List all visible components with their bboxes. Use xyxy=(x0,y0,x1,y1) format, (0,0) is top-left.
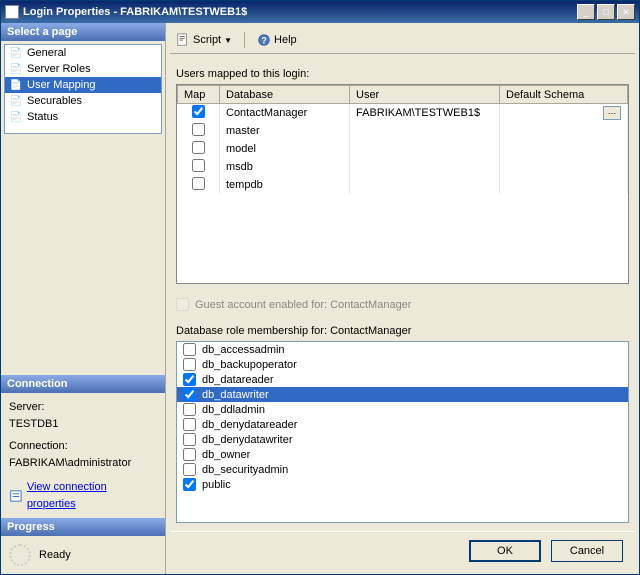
role-item-db_datawriter[interactable]: db_datawriter xyxy=(177,387,628,402)
app-icon xyxy=(5,5,19,19)
map-checkbox[interactable] xyxy=(192,105,205,118)
sidebar-page-securables[interactable]: 📄Securables xyxy=(5,93,161,109)
properties-icon xyxy=(9,489,23,503)
role-checkbox[interactable] xyxy=(183,433,196,446)
page-icon: 📄 xyxy=(9,95,23,107)
help-icon: ? xyxy=(257,33,271,47)
map-checkbox[interactable] xyxy=(192,177,205,190)
select-page-header: Select a page xyxy=(1,23,165,41)
view-connection-properties-link[interactable]: View connection properties xyxy=(9,479,157,512)
connection-value: FABRIKAM\administrator xyxy=(9,455,157,472)
role-item-db_datareader[interactable]: db_datareader xyxy=(177,372,628,387)
role-checkbox[interactable] xyxy=(183,373,196,386)
sidebar-page-user-mapping[interactable]: 📄User Mapping xyxy=(5,77,161,93)
connection-header: Connection xyxy=(1,375,165,393)
role-checkbox[interactable] xyxy=(183,478,196,491)
window-title: Login Properties - FABRIKAM\TESTWEB1$ xyxy=(23,6,577,18)
server-label: Server: xyxy=(9,399,157,416)
table-row[interactable]: msdb xyxy=(178,158,628,176)
progress-status: Ready xyxy=(39,549,71,561)
progress-header: Progress xyxy=(1,518,165,536)
browse-button[interactable]: … xyxy=(603,106,621,120)
role-item-db_denydatawriter[interactable]: db_denydatawriter xyxy=(177,432,628,447)
minimize-button[interactable]: _ xyxy=(577,4,595,20)
map-checkbox[interactable] xyxy=(192,123,205,136)
close-button[interactable]: ✕ xyxy=(617,4,635,20)
map-checkbox[interactable] xyxy=(192,159,205,172)
progress-spinner-icon xyxy=(9,544,31,566)
server-value: TESTDB1 xyxy=(9,416,157,433)
sidebar-page-general[interactable]: 📄General xyxy=(5,45,161,61)
sidebar-page-status[interactable]: 📄Status xyxy=(5,109,161,125)
role-checkbox[interactable] xyxy=(183,343,196,356)
role-checkbox[interactable] xyxy=(183,463,196,476)
svg-text:?: ? xyxy=(261,36,266,46)
guest-account-label: Guest account enabled for: ContactManage… xyxy=(195,299,411,311)
page-icon: 📄 xyxy=(9,47,23,59)
col-schema[interactable]: Default Schema xyxy=(500,86,628,104)
role-item-db_owner[interactable]: db_owner xyxy=(177,447,628,462)
table-row[interactable]: model xyxy=(178,140,628,158)
titlebar: Login Properties - FABRIKAM\TESTWEB1$ _ … xyxy=(1,1,639,23)
table-row[interactable]: ContactManagerFABRIKAM\TESTWEB1$… xyxy=(178,104,628,123)
maximize-button[interactable]: □ xyxy=(597,4,615,20)
mapped-users-label: Users mapped to this login: xyxy=(176,68,629,80)
role-item-db_denydatareader[interactable]: db_denydatareader xyxy=(177,417,628,432)
table-row[interactable]: master xyxy=(178,122,628,140)
chevron-down-icon: ▼ xyxy=(224,36,232,45)
role-item-db_accessadmin[interactable]: db_accessadmin xyxy=(177,342,628,357)
col-user[interactable]: User xyxy=(350,86,500,104)
page-icon: 📄 xyxy=(9,111,23,123)
col-map[interactable]: Map xyxy=(178,86,220,104)
help-button[interactable]: ? Help xyxy=(253,31,301,49)
role-checkbox[interactable] xyxy=(183,388,196,401)
guest-account-checkbox xyxy=(176,298,189,311)
cancel-button[interactable]: Cancel xyxy=(551,540,623,562)
sidebar-page-server-roles[interactable]: 📄Server Roles xyxy=(5,61,161,77)
role-checkbox[interactable] xyxy=(183,358,196,371)
map-checkbox[interactable] xyxy=(192,141,205,154)
script-icon xyxy=(176,33,190,47)
role-checkbox[interactable] xyxy=(183,448,196,461)
role-item-db_ddladmin[interactable]: db_ddladmin xyxy=(177,402,628,417)
role-checkbox[interactable] xyxy=(183,403,196,416)
role-list[interactable]: db_accessadmindb_backupoperatordb_datare… xyxy=(176,341,629,523)
page-icon: 📄 xyxy=(9,79,23,91)
role-item-public[interactable]: public xyxy=(177,477,628,492)
roles-label: Database role membership for: ContactMan… xyxy=(176,325,629,337)
role-checkbox[interactable] xyxy=(183,418,196,431)
page-list: 📄General📄Server Roles📄User Mapping📄Secur… xyxy=(4,44,162,134)
ok-button[interactable]: OK xyxy=(469,540,541,562)
connection-label: Connection: xyxy=(9,438,157,455)
script-button[interactable]: Script ▼ xyxy=(172,31,236,49)
role-item-db_backupoperator[interactable]: db_backupoperator xyxy=(177,357,628,372)
mapped-users-grid[interactable]: Map Database User Default Schema Contact… xyxy=(176,84,629,284)
table-row[interactable]: tempdb xyxy=(178,176,628,194)
role-item-db_securityadmin[interactable]: db_securityadmin xyxy=(177,462,628,477)
page-icon: 📄 xyxy=(9,63,23,75)
col-database[interactable]: Database xyxy=(220,86,350,104)
